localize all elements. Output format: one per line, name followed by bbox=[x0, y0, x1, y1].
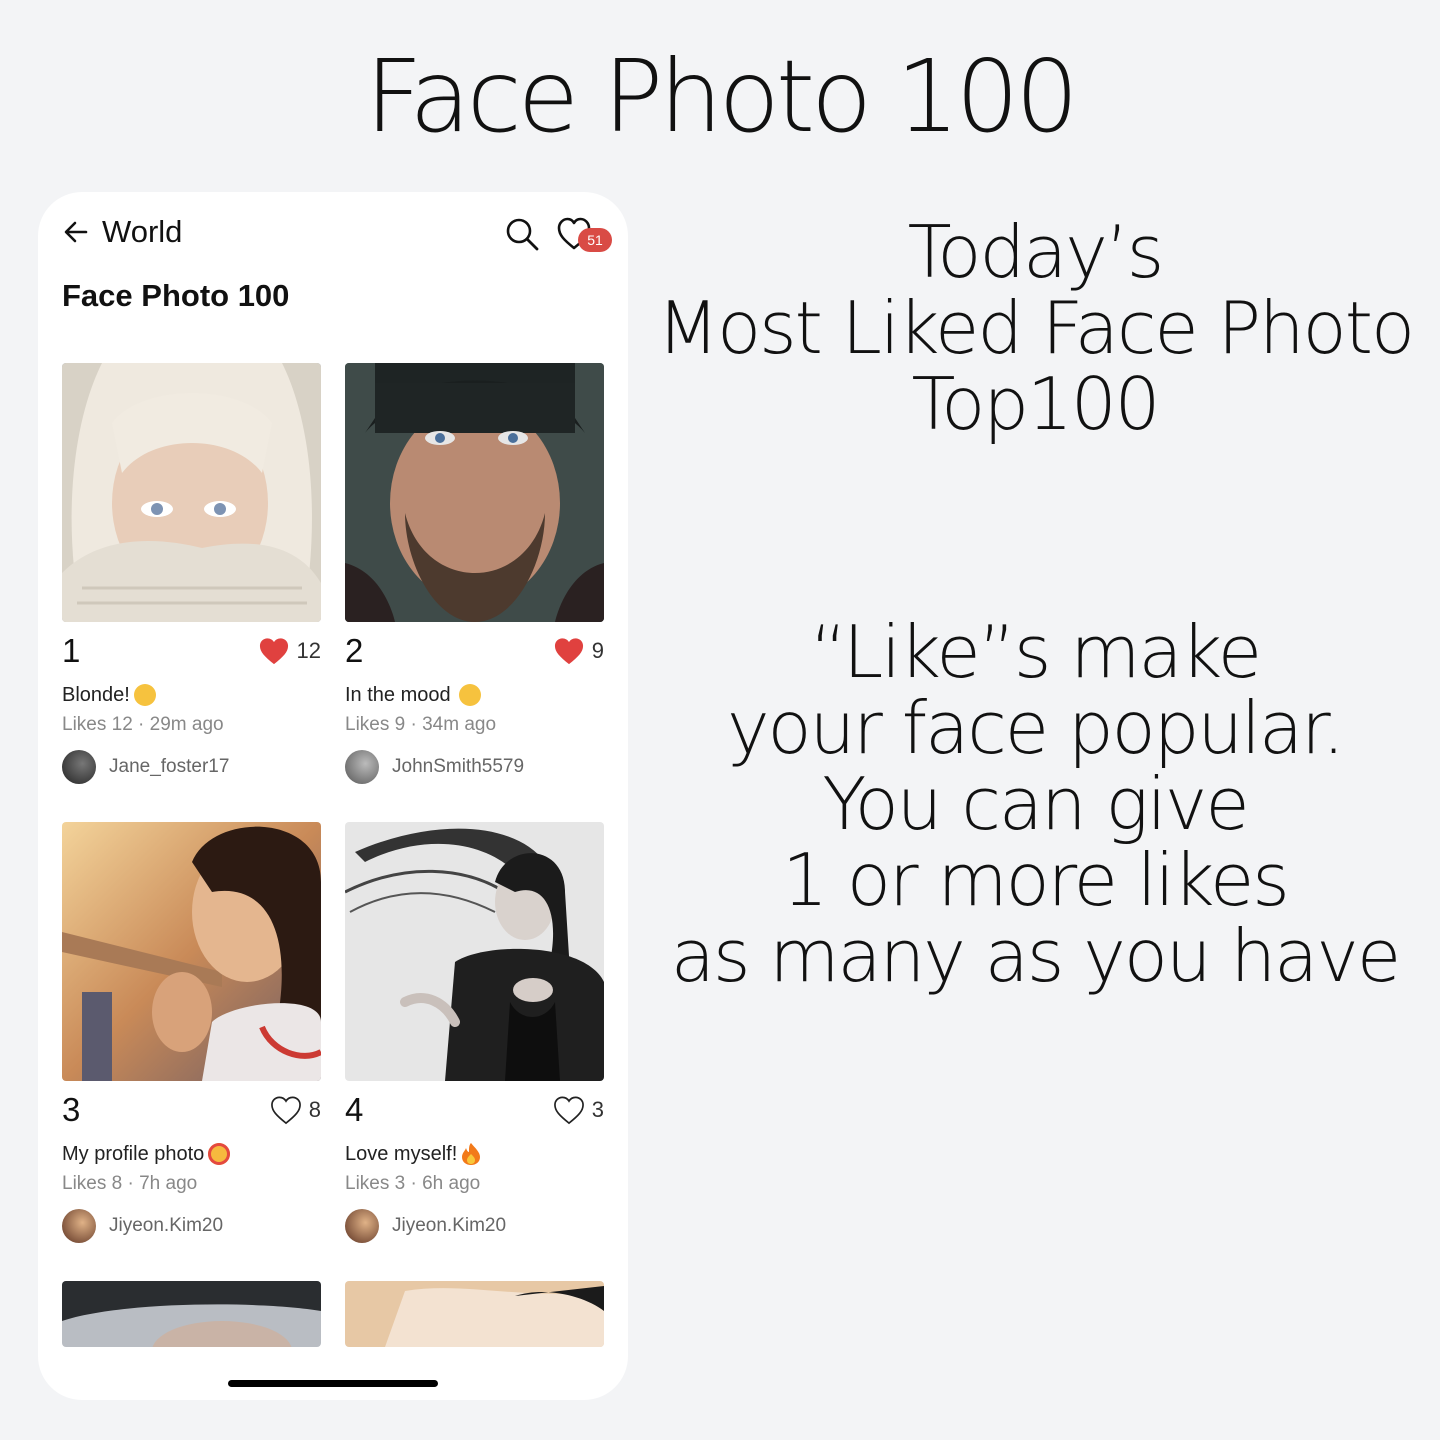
username: JohnSmith5579 bbox=[392, 756, 525, 777]
heart-outline-icon bbox=[553, 1096, 584, 1125]
photo-meta: Likes 8 · 7h ago bbox=[62, 1173, 198, 1194]
heart-filled-icon bbox=[259, 638, 288, 665]
back-label: World bbox=[102, 214, 183, 249]
user-link[interactable]: Jiyeon.Kim20 bbox=[62, 1209, 321, 1243]
photo-thumbnail[interactable] bbox=[345, 1281, 604, 1347]
photo-caption: Blonde! bbox=[62, 683, 130, 706]
photo-card[interactable]: 4 3 Love myself! Likes 3 · 6h ago Jiyeon… bbox=[345, 822, 604, 1243]
rank-number: 3 bbox=[62, 1091, 81, 1128]
top-bar: World 51 bbox=[38, 192, 628, 282]
tagline-line: Top100 bbox=[911, 362, 1161, 446]
username: Jane_foster17 bbox=[109, 756, 230, 777]
like-count: 8 bbox=[308, 1097, 321, 1122]
back-arrow-icon bbox=[64, 221, 88, 243]
user-link[interactable]: Jiyeon.Kim20 bbox=[345, 1209, 604, 1243]
photo-caption: In the mood bbox=[345, 683, 451, 706]
description-line: 1 or more likes bbox=[782, 838, 1290, 922]
photo-thumbnail[interactable] bbox=[62, 822, 321, 1081]
like-button[interactable]: 3 bbox=[552, 1095, 604, 1125]
like-button[interactable]: 9 bbox=[552, 636, 604, 666]
back-button[interactable]: World bbox=[62, 214, 182, 250]
rank-number: 2 bbox=[345, 632, 364, 669]
smiling-hearts-emoji-icon bbox=[208, 1143, 231, 1165]
home-indicator[interactable] bbox=[228, 1380, 438, 1387]
avatar bbox=[345, 1209, 379, 1243]
description-line: “Like”s make bbox=[809, 610, 1262, 694]
like-count: 12 bbox=[296, 638, 321, 663]
crying-face-emoji-icon bbox=[458, 684, 481, 706]
description-line: You can give bbox=[822, 762, 1249, 846]
photo-caption: Love myself! bbox=[345, 1142, 458, 1165]
like-button[interactable]: 8 bbox=[269, 1095, 321, 1125]
avatar bbox=[345, 750, 379, 784]
photo-thumbnail[interactable] bbox=[345, 822, 604, 1081]
like-count: 3 bbox=[591, 1097, 604, 1122]
description-block: “Like”s make your face popular. You can … bbox=[650, 614, 1420, 994]
face-emoji-icon bbox=[133, 684, 156, 706]
photo-thumbnail[interactable] bbox=[345, 363, 604, 622]
tagline-line: Today’s bbox=[907, 210, 1165, 294]
search-icon[interactable] bbox=[504, 216, 540, 252]
avatar bbox=[62, 750, 96, 784]
notification-badge: 51 bbox=[578, 228, 612, 252]
user-link[interactable]: JohnSmith5579 bbox=[345, 750, 604, 784]
photo-meta: Likes 9 · 34m ago bbox=[345, 714, 497, 735]
description-line: your face popular. bbox=[726, 686, 1345, 770]
photo-thumbnail[interactable] bbox=[62, 1281, 321, 1347]
photo-meta: Likes 12 · 29m ago bbox=[62, 714, 224, 735]
like-count: 9 bbox=[591, 638, 604, 663]
rank-number: 4 bbox=[345, 1091, 364, 1128]
avatar bbox=[62, 1209, 96, 1243]
user-link[interactable]: Jane_foster17 bbox=[62, 750, 321, 784]
photo-caption: My profile photo bbox=[62, 1142, 205, 1165]
photo-meta: Likes 3 · 6h ago bbox=[345, 1173, 481, 1194]
heart-outline-icon bbox=[270, 1096, 301, 1125]
photo-thumbnail[interactable] bbox=[62, 363, 321, 622]
page-title: Face Photo 100 bbox=[62, 278, 290, 313]
username: Jiyeon.Kim20 bbox=[109, 1215, 224, 1236]
tagline-line: Most Liked Face Photo bbox=[656, 286, 1415, 370]
like-button[interactable]: 12 bbox=[257, 636, 321, 666]
photo-card[interactable]: 3 8 My profile photo Likes 8 · 7h ago Ji… bbox=[62, 822, 321, 1243]
rank-number: 1 bbox=[62, 632, 81, 669]
photo-card[interactable]: 2 9 In the mood Likes 9 · 34m ago JohnSm… bbox=[345, 363, 604, 784]
tagline-block: Today’s Most Liked Face Photo Top100 bbox=[650, 214, 1420, 442]
phone-screen: World 51 Face Photo 100 1 12 Blonde! Lik… bbox=[38, 192, 628, 1400]
description-line: as many as you have bbox=[670, 914, 1401, 998]
username: Jiyeon.Kim20 bbox=[392, 1215, 507, 1236]
heart-filled-icon bbox=[554, 638, 583, 665]
photo-card[interactable]: 1 12 Blonde! Likes 12 · 29m ago Jane_fos… bbox=[62, 363, 321, 784]
fire-emoji-icon bbox=[462, 1143, 481, 1165]
headline: Face Photo 100 bbox=[365, 38, 1079, 155]
